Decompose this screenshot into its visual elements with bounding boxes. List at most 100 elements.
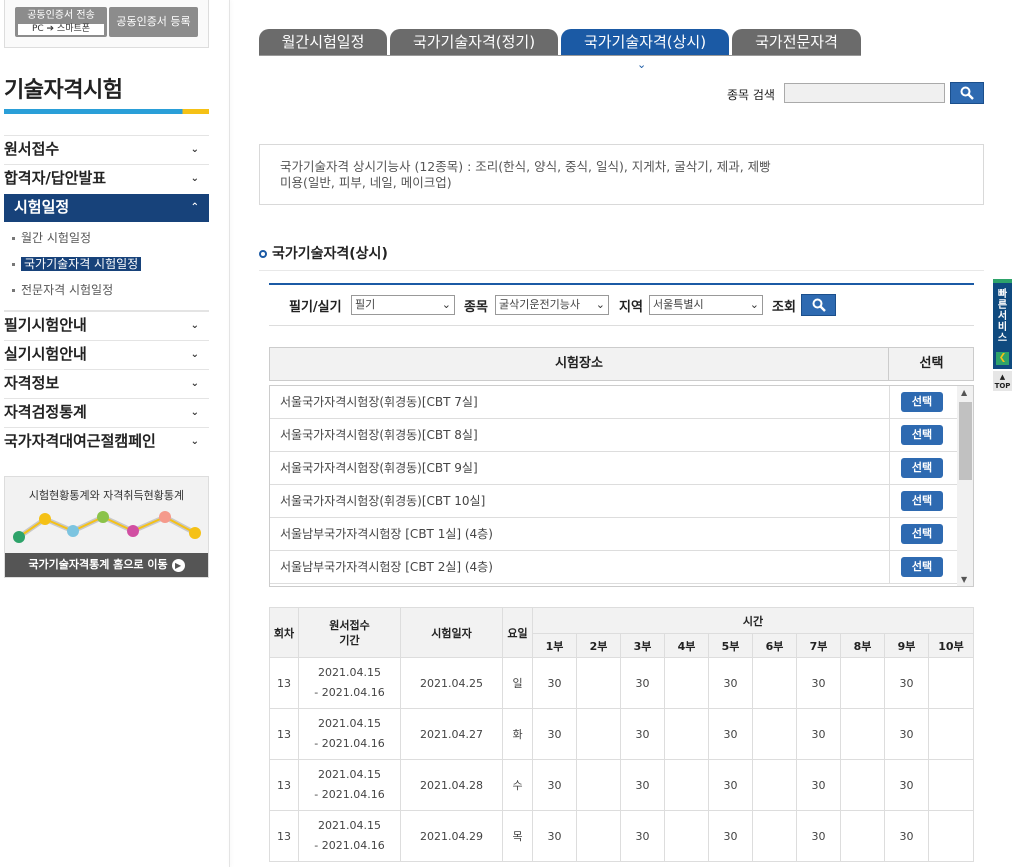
sidebar-item-label: 자격정보: [4, 374, 60, 392]
divider: [889, 452, 890, 485]
venue-row: 서울국가자격시험장(휘경동)[CBT 8실] 선택: [270, 419, 958, 452]
venue-row: 서울국가자격시험장(휘경동)[CBT 9실] 선택: [270, 452, 958, 485]
cell-session: 30: [532, 708, 577, 760]
cell-session: [576, 657, 621, 709]
sidebar-item-practical-exam[interactable]: 실기시험안내 ⌄: [4, 340, 209, 369]
sidebar-item-statistics[interactable]: 자격검정통계 ⌄: [4, 398, 209, 427]
cell-session: 30: [708, 759, 753, 811]
sub-item-label: 월간 시험일정: [21, 231, 92, 245]
sidebar: 공동인증서 전송 PC ➔ 스마트폰 공동인증서 등록 기술자격시험 원서접수 …: [0, 0, 230, 867]
cell-session: [840, 657, 885, 709]
certificate-transfer-button[interactable]: 공동인증서 전송 PC ➔ 스마트폰: [15, 7, 107, 37]
filter-top-border: [269, 283, 974, 285]
region-select[interactable]: 서울특별시 ⌄: [649, 295, 763, 315]
cell-session: 30: [620, 759, 665, 811]
apply-start: 2021.04.15: [318, 819, 381, 832]
chevron-up-icon: ⌃: [190, 202, 199, 213]
header-session: 2부: [576, 633, 621, 658]
search-input[interactable]: [784, 83, 945, 103]
cell-session: [576, 759, 621, 811]
scroll-up-icon[interactable]: ▲: [961, 388, 967, 397]
sidebar-item-schedule[interactable]: 시험일정 ⌃: [4, 194, 209, 222]
certificate-register-button[interactable]: 공동인증서 등록: [109, 7, 198, 37]
table-row: 13 2021.04.15 - 2021.04.16 2021.04.29 목 3…: [269, 810, 974, 862]
section-title-text: 국가기술자격(상시): [272, 246, 388, 262]
sidebar-item-label: 필기시험안내: [4, 316, 87, 334]
venue-scrollbar[interactable]: ▲ ▼: [957, 386, 973, 586]
scroll-down-icon[interactable]: ▼: [961, 575, 967, 584]
divider: [889, 551, 890, 584]
cell-session: 30: [532, 759, 577, 811]
sidebar-title: 기술자격시험: [4, 78, 123, 103]
chevron-down-icon: ⌄: [594, 296, 605, 314]
sidebar-item-qualification-info[interactable]: 자격정보 ⌄: [4, 369, 209, 398]
sub-item-monthly[interactable]: 월간 시험일정: [12, 229, 91, 247]
apply-start: 2021.04.15: [318, 666, 381, 679]
cell-round: 13: [269, 708, 299, 760]
tab-national-professional[interactable]: 국가전문자격: [732, 29, 861, 56]
venue-select-button[interactable]: 선택: [901, 425, 943, 445]
item-select[interactable]: 굴삭기운전기능사 ⌄: [495, 295, 609, 315]
statistics-home-link[interactable]: 국가기술자격통계 홈으로 이동 ▶: [5, 553, 208, 577]
search-button[interactable]: [950, 82, 984, 104]
cell-exam-date: 2021.04.29: [400, 810, 503, 862]
certificate-transfer-label: 공동인증서 전송: [27, 10, 95, 21]
tab-monthly[interactable]: 월간시험일정: [259, 29, 387, 56]
sidebar-item-results[interactable]: 합격자/답안발표 ⌄: [4, 164, 209, 193]
venue-row: 서울남부국가자격시험장 [CBT 1실] (4층) 선택: [270, 518, 958, 551]
statistics-banner[interactable]: 시험현황통계와 자격취득현황통계 국가기술자격통계 홈으로 이동 ▶: [4, 476, 209, 578]
venue-select-button[interactable]: 선택: [901, 557, 943, 577]
cell-weekday: 일: [502, 657, 533, 709]
lookup-button[interactable]: [801, 294, 836, 316]
tab-national-tech-regular[interactable]: 국가기술자격(정기): [390, 29, 558, 56]
chevron-down-icon: ⌄: [190, 436, 199, 447]
cell-session: 30: [796, 708, 841, 760]
page: 공동인증서 전송 PC ➔ 스마트폰 공동인증서 등록 기술자격시험 원서접수 …: [0, 0, 1028, 867]
venue-name: 서울국가자격시험장(휘경동)[CBT 10실]: [280, 494, 486, 508]
info-line: 국가기술자격 상시기능사 (12종목) : 조리(한식, 양식, 중식, 일식)…: [280, 159, 771, 174]
bullet-icon: [12, 289, 15, 292]
cell-apply-period: 2021.04.15 - 2021.04.16: [298, 759, 401, 811]
chevron-down-icon: ⌄: [190, 349, 199, 360]
cell-session: [928, 810, 974, 862]
cell-apply-period: 2021.04.15 - 2021.04.16: [298, 708, 401, 760]
venue-name: 서울국가자격시험장(휘경동)[CBT 7실]: [280, 395, 478, 409]
item-label: 종목: [464, 300, 488, 315]
scroll-top-label: TOP: [994, 382, 1011, 390]
quick-service-button[interactable]: 빠른서비스 ❮: [993, 279, 1012, 369]
venue-list[interactable]: 서울국가자격시험장(휘경동)[CBT 7실] 선택 서울국가자격시험장(휘경동)…: [269, 385, 974, 587]
sub-item-professional[interactable]: 전문자격 시험일정: [12, 281, 113, 299]
chevron-down-icon: ⌄: [190, 173, 199, 184]
chevron-down-icon: ⌄: [190, 320, 199, 331]
venue-select-button[interactable]: 선택: [901, 458, 943, 478]
cell-session: 30: [708, 810, 753, 862]
sidebar-item-apply[interactable]: 원서접수 ⌄: [4, 135, 209, 164]
sub-item-national-tech[interactable]: 국가기술자격 시험일정: [12, 255, 142, 273]
divider: [889, 419, 890, 452]
cell-weekday: 화: [502, 708, 533, 760]
sub-item-label: 전문자격 시험일정: [21, 283, 114, 297]
cell-session: 30: [532, 810, 577, 862]
sidebar-item-written-exam[interactable]: 필기시험안내 ⌄: [4, 311, 209, 340]
cell-weekday: 수: [502, 759, 533, 811]
info-box: 국가기술자격 상시기능사 (12종목) : 조리(한식, 양식, 중식, 일식)…: [259, 144, 984, 205]
header-session: 1부: [532, 633, 577, 658]
venue-row: 서울남부국가자격시험장 [CBT 2실] (4층) 선택: [270, 551, 958, 584]
cell-session: [928, 708, 974, 760]
cell-exam-date: 2021.04.28: [400, 759, 503, 811]
scroll-top-button[interactable]: ▲ TOP: [993, 371, 1012, 391]
venue-select-button[interactable]: 선택: [901, 392, 943, 412]
scrollbar-thumb[interactable]: [959, 402, 972, 480]
venue-select-button[interactable]: 선택: [901, 524, 943, 544]
section-title: 국가기술자격(상시): [259, 243, 388, 263]
cell-session: 30: [796, 657, 841, 709]
chevron-left-icon: ❮: [996, 352, 1009, 365]
sidebar-item-campaign[interactable]: 국가자격대여근절캠페인 ⌄: [4, 427, 209, 456]
venue-select-button[interactable]: 선택: [901, 491, 943, 511]
sub-item-label: 국가기술자격 시험일정: [21, 257, 142, 271]
cell-session: [664, 810, 709, 862]
info-line: 미용(일반, 피부, 네일, 메이크업): [280, 175, 452, 190]
certificate-box: 공동인증서 전송 PC ➔ 스마트폰 공동인증서 등록: [4, 0, 209, 48]
tab-national-tech-constant[interactable]: 국가기술자격(상시): [561, 29, 729, 56]
exam-type-select[interactable]: 필기 ⌄: [351, 295, 455, 315]
